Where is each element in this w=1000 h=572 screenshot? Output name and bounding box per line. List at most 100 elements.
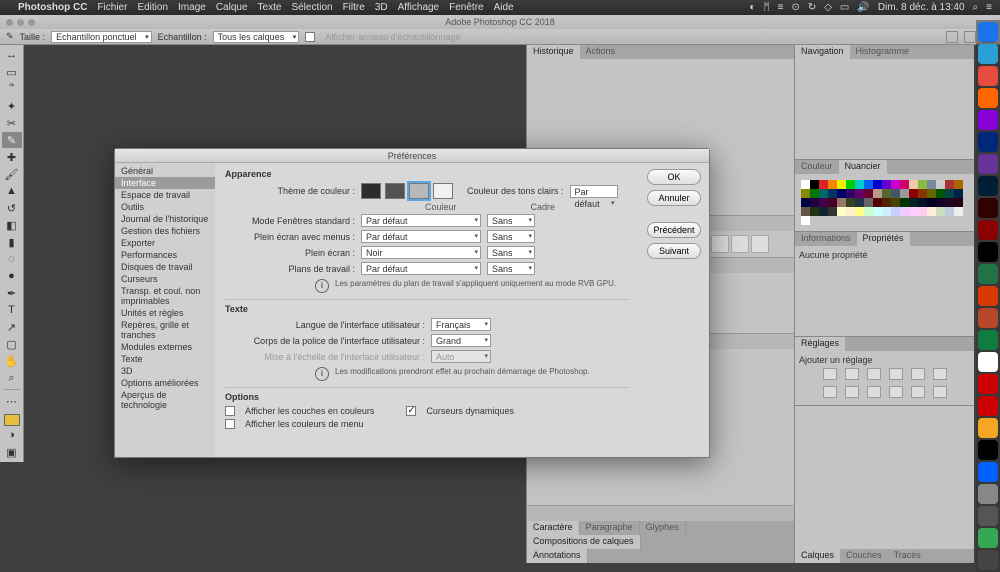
opt3-check[interactable]	[225, 419, 235, 429]
adj-icon[interactable]	[845, 386, 859, 398]
tab-actions[interactable]: Actions	[580, 45, 622, 59]
tab-props[interactable]: Propriétés	[857, 232, 910, 246]
adj-icon[interactable]	[867, 386, 881, 398]
swatch[interactable]	[945, 189, 954, 198]
tool-blur[interactable]: ◌	[2, 251, 22, 267]
swatch[interactable]	[927, 189, 936, 198]
menu-calque[interactable]: Calque	[216, 2, 248, 13]
swatch[interactable]	[882, 189, 891, 198]
pref-cat-15[interactable]: 3D	[115, 365, 215, 377]
mode-frame-select[interactable]: Sans	[487, 246, 535, 259]
ok-button[interactable]: OK	[647, 169, 701, 185]
tool-marquee[interactable]: ▭	[2, 64, 22, 80]
tool-type[interactable]: T	[2, 302, 22, 318]
swatch[interactable]	[909, 189, 918, 198]
adj-icon[interactable]	[823, 368, 837, 380]
swatch[interactable]	[819, 198, 828, 207]
swatch[interactable]	[828, 198, 837, 207]
tool-dodge[interactable]: ●	[2, 268, 22, 284]
dock-app-icon[interactable]	[978, 154, 998, 174]
menu-icon[interactable]: ≡	[986, 2, 992, 13]
tool-path[interactable]: ↗	[2, 319, 22, 335]
swatch[interactable]	[846, 198, 855, 207]
swatch[interactable]	[828, 189, 837, 198]
tab-calques[interactable]: Calques	[795, 549, 840, 563]
tool-mask[interactable]: ◑	[2, 427, 22, 443]
tool-zoom[interactable]: ⌕	[2, 370, 22, 386]
tab-historique[interactable]: Historique	[527, 45, 580, 59]
swatch[interactable]	[837, 198, 846, 207]
tab-couleur[interactable]: Couleur	[795, 160, 839, 174]
pref-cat-9[interactable]: Curseurs	[115, 273, 215, 285]
dock-app-icon[interactable]	[978, 506, 998, 526]
dock-app-icon[interactable]	[978, 220, 998, 240]
tool-crop[interactable]: ✂	[2, 115, 22, 131]
menu-edition[interactable]: Edition	[137, 2, 168, 13]
status-icon[interactable]: ↻	[808, 2, 816, 13]
tab-paragraphe[interactable]: Paragraphe	[580, 521, 640, 535]
swatch[interactable]	[810, 180, 819, 189]
tool-wand[interactable]: ✦	[2, 98, 22, 114]
dock-app-icon[interactable]	[978, 374, 998, 394]
tab-info[interactable]: Informations	[795, 232, 857, 246]
swatch[interactable]	[846, 180, 855, 189]
pref-cat-12[interactable]: Repères, grille et tranches	[115, 319, 215, 341]
swatch[interactable]	[864, 207, 873, 216]
pref-cat-10[interactable]: Transp. et coul. non imprimables	[115, 285, 215, 307]
swatch[interactable]	[900, 180, 909, 189]
dock-app-icon[interactable]	[978, 198, 998, 218]
swatch[interactable]	[873, 189, 882, 198]
precedent-button[interactable]: Précédent	[647, 222, 701, 238]
dock-app-icon[interactable]	[978, 396, 998, 416]
pref-cat-0[interactable]: Général	[115, 165, 215, 177]
swatch[interactable]	[936, 180, 945, 189]
dock-app-icon[interactable]	[978, 44, 998, 64]
search-icon[interactable]: ⌕	[973, 2, 979, 13]
swatch[interactable]	[918, 198, 927, 207]
tool-history[interactable]: ↺	[2, 200, 22, 216]
swatch[interactable]	[882, 180, 891, 189]
clock[interactable]: Dim. 8 déc. à 13:40	[878, 2, 965, 13]
dock-app-icon[interactable]	[978, 132, 998, 152]
swatch[interactable]	[873, 180, 882, 189]
tab-traces[interactable]: Tracés	[888, 549, 927, 563]
menu-filtre[interactable]: Filtre	[343, 2, 365, 13]
tool-stamp[interactable]: ▲	[2, 183, 22, 199]
menu-selection[interactable]: Sélection	[291, 2, 332, 13]
tab-couches[interactable]: Couches	[840, 549, 888, 563]
swatch[interactable]	[819, 207, 828, 216]
dock-app-icon[interactable]	[978, 176, 998, 196]
dock-app-icon[interactable]	[978, 242, 998, 262]
mode-color-select[interactable]: Par défaut	[361, 214, 481, 227]
pref-cat-11[interactable]: Unités et règles	[115, 307, 215, 319]
swatch[interactable]	[936, 198, 945, 207]
dock-app-icon[interactable]	[978, 462, 998, 482]
swatch[interactable]	[810, 198, 819, 207]
style-item[interactable]	[751, 235, 769, 253]
swatch[interactable]	[801, 198, 810, 207]
swatch[interactable]	[954, 198, 963, 207]
ring-checkbox[interactable]	[305, 32, 315, 42]
tab-navigation[interactable]: Navigation	[795, 45, 850, 59]
dock-app-icon[interactable]	[978, 308, 998, 328]
swatch[interactable]	[837, 180, 846, 189]
swatch[interactable]	[900, 207, 909, 216]
battery-icon[interactable]: ▭	[840, 2, 849, 13]
taille-select[interactable]: Echantillon ponctuel	[51, 31, 152, 43]
status-icon[interactable]: ⊙	[791, 2, 799, 13]
tool-move[interactable]: ↔	[2, 47, 22, 63]
swatch[interactable]	[801, 189, 810, 198]
theme-medium-light[interactable]	[409, 183, 429, 199]
status-icon[interactable]: ᛗ	[764, 2, 770, 13]
window-controls[interactable]	[6, 19, 35, 26]
langue-select[interactable]: Français	[431, 318, 491, 331]
swatch[interactable]	[891, 180, 900, 189]
app-name[interactable]: Photoshop CC	[18, 2, 87, 13]
swatch[interactable]	[918, 180, 927, 189]
swatch[interactable]	[855, 180, 864, 189]
swatch[interactable]	[837, 189, 846, 198]
tool-pen[interactable]: ✒	[2, 285, 22, 301]
pref-cat-3[interactable]: Outils	[115, 201, 215, 213]
swatch[interactable]	[954, 180, 963, 189]
theme-medium-dark[interactable]	[385, 183, 405, 199]
